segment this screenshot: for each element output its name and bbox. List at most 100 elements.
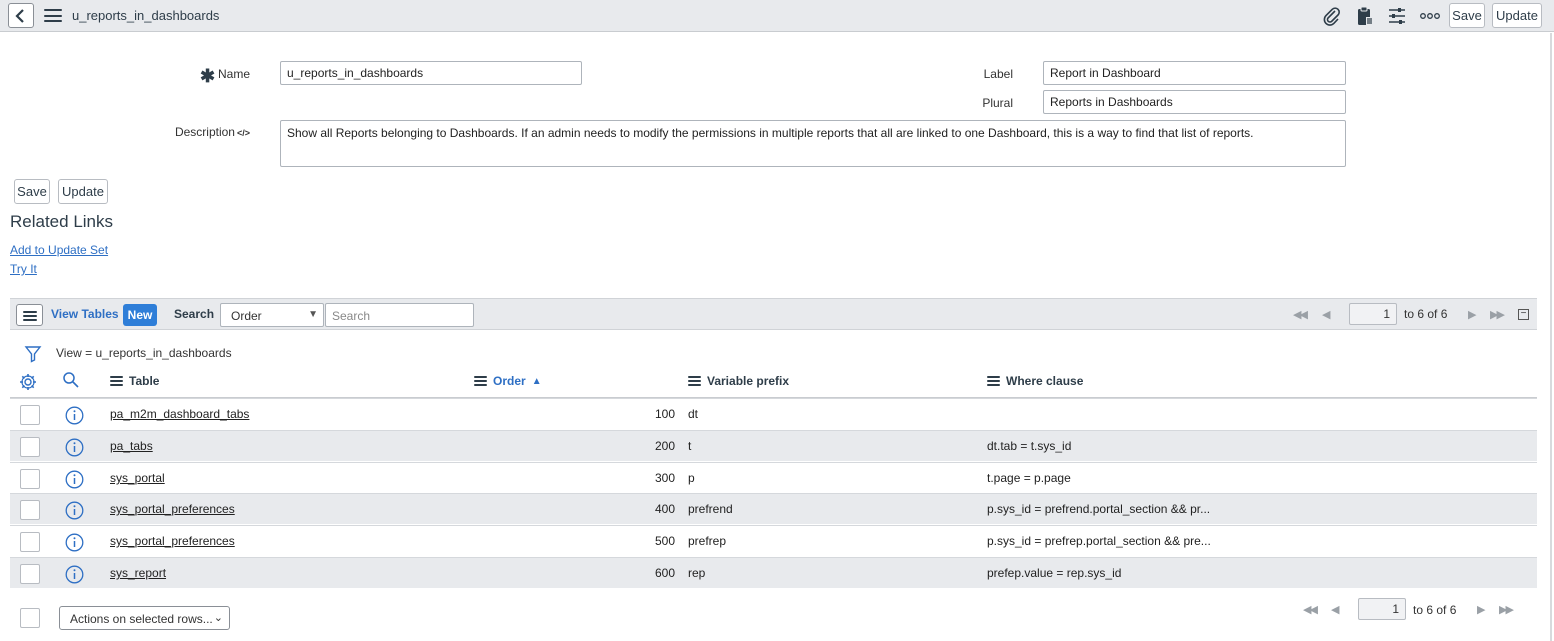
sort-ascending-icon: ▲ (531, 375, 542, 387)
new-button[interactable]: New (123, 304, 157, 326)
try-it-link[interactable]: Try It (10, 262, 37, 276)
row-checkbox[interactable] (20, 437, 40, 457)
label-field[interactable]: Report in Dashboard (1043, 61, 1346, 85)
list-menu-icon (23, 311, 37, 321)
info-icon[interactable] (65, 406, 84, 428)
page-count: to 6 of 6 (1404, 307, 1448, 321)
column-menu-icon[interactable] (110, 376, 123, 386)
footer-last-page-icon[interactable]: ▶▶ (1499, 603, 1514, 616)
table-row: sys_portal_preferences 400 prefrend p.sy… (10, 493, 1537, 524)
cell-where: prefep.value = rep.sys_id (987, 566, 1122, 580)
sliders-icon[interactable] (1386, 5, 1408, 27)
cell-table[interactable]: sys_portal_preferences (110, 502, 235, 516)
cell-where: p.sys_id = prefrep.portal_section && pre… (987, 534, 1211, 548)
select-all-checkbox[interactable] (20, 608, 40, 628)
first-page-icon[interactable]: ◀◀ (1293, 308, 1308, 321)
cell-table[interactable]: sys_portal_preferences (110, 534, 235, 548)
back-button[interactable] (8, 3, 34, 28)
table-row: sys_portal_preferences 500 prefrep p.sys… (10, 525, 1537, 556)
page-input[interactable]: 1 (1349, 303, 1397, 325)
cell-table[interactable]: pa_m2m_dashboard_tabs (110, 407, 249, 421)
cell-table[interactable]: sys_portal (110, 471, 165, 485)
table-row: pa_m2m_dashboard_tabs 100 dt (10, 398, 1537, 429)
cell-prefix: dt (688, 407, 699, 421)
chevron-down-icon: ▼ (308, 309, 318, 320)
list-menu-button[interactable] (16, 304, 43, 326)
form-save-button[interactable]: Save (14, 179, 50, 204)
column-label: Order (493, 374, 526, 388)
info-icon[interactable] (65, 438, 84, 460)
row-checkbox[interactable] (20, 532, 40, 552)
plural-field[interactable]: Reports in Dashboards (1043, 90, 1346, 114)
last-page-icon[interactable]: ▶▶ (1490, 308, 1505, 321)
actions-select[interactable]: Actions on selected rows... ⌄ (59, 606, 230, 630)
page-title: u_reports_in_dashboards (72, 8, 220, 23)
table-row: sys_portal 300 p t.page = p.page (10, 462, 1537, 493)
cell-order: 100 (654, 407, 675, 421)
cell-prefix: prefrep (688, 534, 727, 548)
column-menu-icon[interactable] (474, 376, 487, 386)
header-save-button[interactable]: Save (1449, 3, 1485, 28)
table-row: sys_report 600 rep prefep.value = rep.sy… (10, 557, 1537, 588)
info-icon[interactable] (65, 501, 84, 523)
actions-select-value: Actions on selected rows... (70, 612, 213, 626)
name-field[interactable]: u_reports_in_dashboards (280, 61, 582, 85)
next-page-icon[interactable]: ▶ (1468, 308, 1477, 321)
row-checkbox[interactable] (20, 500, 40, 520)
label-label: Label (983, 67, 1013, 81)
add-to-update-set-link[interactable]: Add to Update Set (10, 243, 108, 257)
column-menu-icon[interactable] (688, 376, 701, 386)
collapse-icon[interactable]: − (1518, 309, 1529, 320)
description-label: Description </> (150, 125, 250, 139)
list-title[interactable]: View Tables (51, 307, 119, 321)
info-icon[interactable] (65, 470, 84, 492)
cell-order: 300 (654, 471, 675, 485)
row-checkbox[interactable] (20, 469, 40, 489)
filter-breadcrumb[interactable]: View = u_reports_in_dashboards (56, 346, 232, 360)
search-icon[interactable] (62, 371, 80, 392)
column-header-variable-prefix[interactable]: Variable prefix (688, 374, 789, 388)
column-menu-icon[interactable] (987, 376, 1000, 386)
filter-icon[interactable] (24, 345, 42, 366)
cell-prefix: prefrend (688, 502, 733, 516)
back-icon (15, 8, 24, 23)
more-icon[interactable] (1418, 5, 1442, 27)
header-update-button[interactable]: Update (1492, 3, 1542, 28)
description-field[interactable]: Show all Reports belonging to Dashboards… (280, 120, 1346, 167)
paperclip-icon[interactable] (1321, 5, 1343, 27)
script-icon[interactable]: </> (237, 128, 250, 138)
search-field-value: Order (231, 309, 262, 323)
info-icon[interactable] (65, 533, 84, 555)
row-checkbox[interactable] (20, 405, 40, 425)
column-header-where-clause[interactable]: Where clause (987, 374, 1083, 388)
cell-prefix: p (688, 471, 695, 485)
cell-table[interactable]: sys_report (110, 566, 166, 580)
form-update-button[interactable]: Update (58, 179, 108, 204)
cell-order: 400 (654, 502, 675, 516)
footer-page-input[interactable]: 1 (1358, 598, 1406, 620)
info-icon[interactable] (65, 565, 84, 587)
column-header-table[interactable]: Table (110, 374, 159, 388)
cell-order: 200 (654, 439, 675, 453)
search-input[interactable]: Search (325, 303, 474, 327)
footer-prev-page-icon[interactable]: ◀ (1331, 603, 1340, 616)
cell-order: 600 (654, 566, 675, 580)
description-label-text: Description (174, 125, 235, 139)
footer-next-page-icon[interactable]: ▶ (1477, 603, 1486, 616)
scrollbar-edge (1550, 33, 1552, 641)
menu-icon[interactable] (44, 9, 62, 22)
footer-first-page-icon[interactable]: ◀◀ (1303, 603, 1318, 616)
table-row: pa_tabs 200 t dt.tab = t.sys_id (10, 430, 1537, 461)
personalize-list-icon[interactable] (18, 372, 38, 395)
cell-table[interactable]: pa_tabs (110, 439, 153, 453)
clipboard-icon[interactable] (1354, 5, 1376, 27)
column-header-order[interactable]: Order ▲ (474, 374, 542, 388)
cell-where: t.page = p.page (987, 471, 1071, 485)
prev-page-icon[interactable]: ◀ (1322, 308, 1331, 321)
cell-where: p.sys_id = prefrend.portal_section && pr… (987, 502, 1211, 516)
form-header: u_reports_in_dashboards Save Update (0, 0, 1554, 32)
search-field-select[interactable]: Order ▼ (220, 303, 324, 327)
row-checkbox[interactable] (20, 564, 40, 584)
cell-prefix: rep (688, 566, 706, 580)
related-links-title: Related Links (10, 212, 114, 231)
